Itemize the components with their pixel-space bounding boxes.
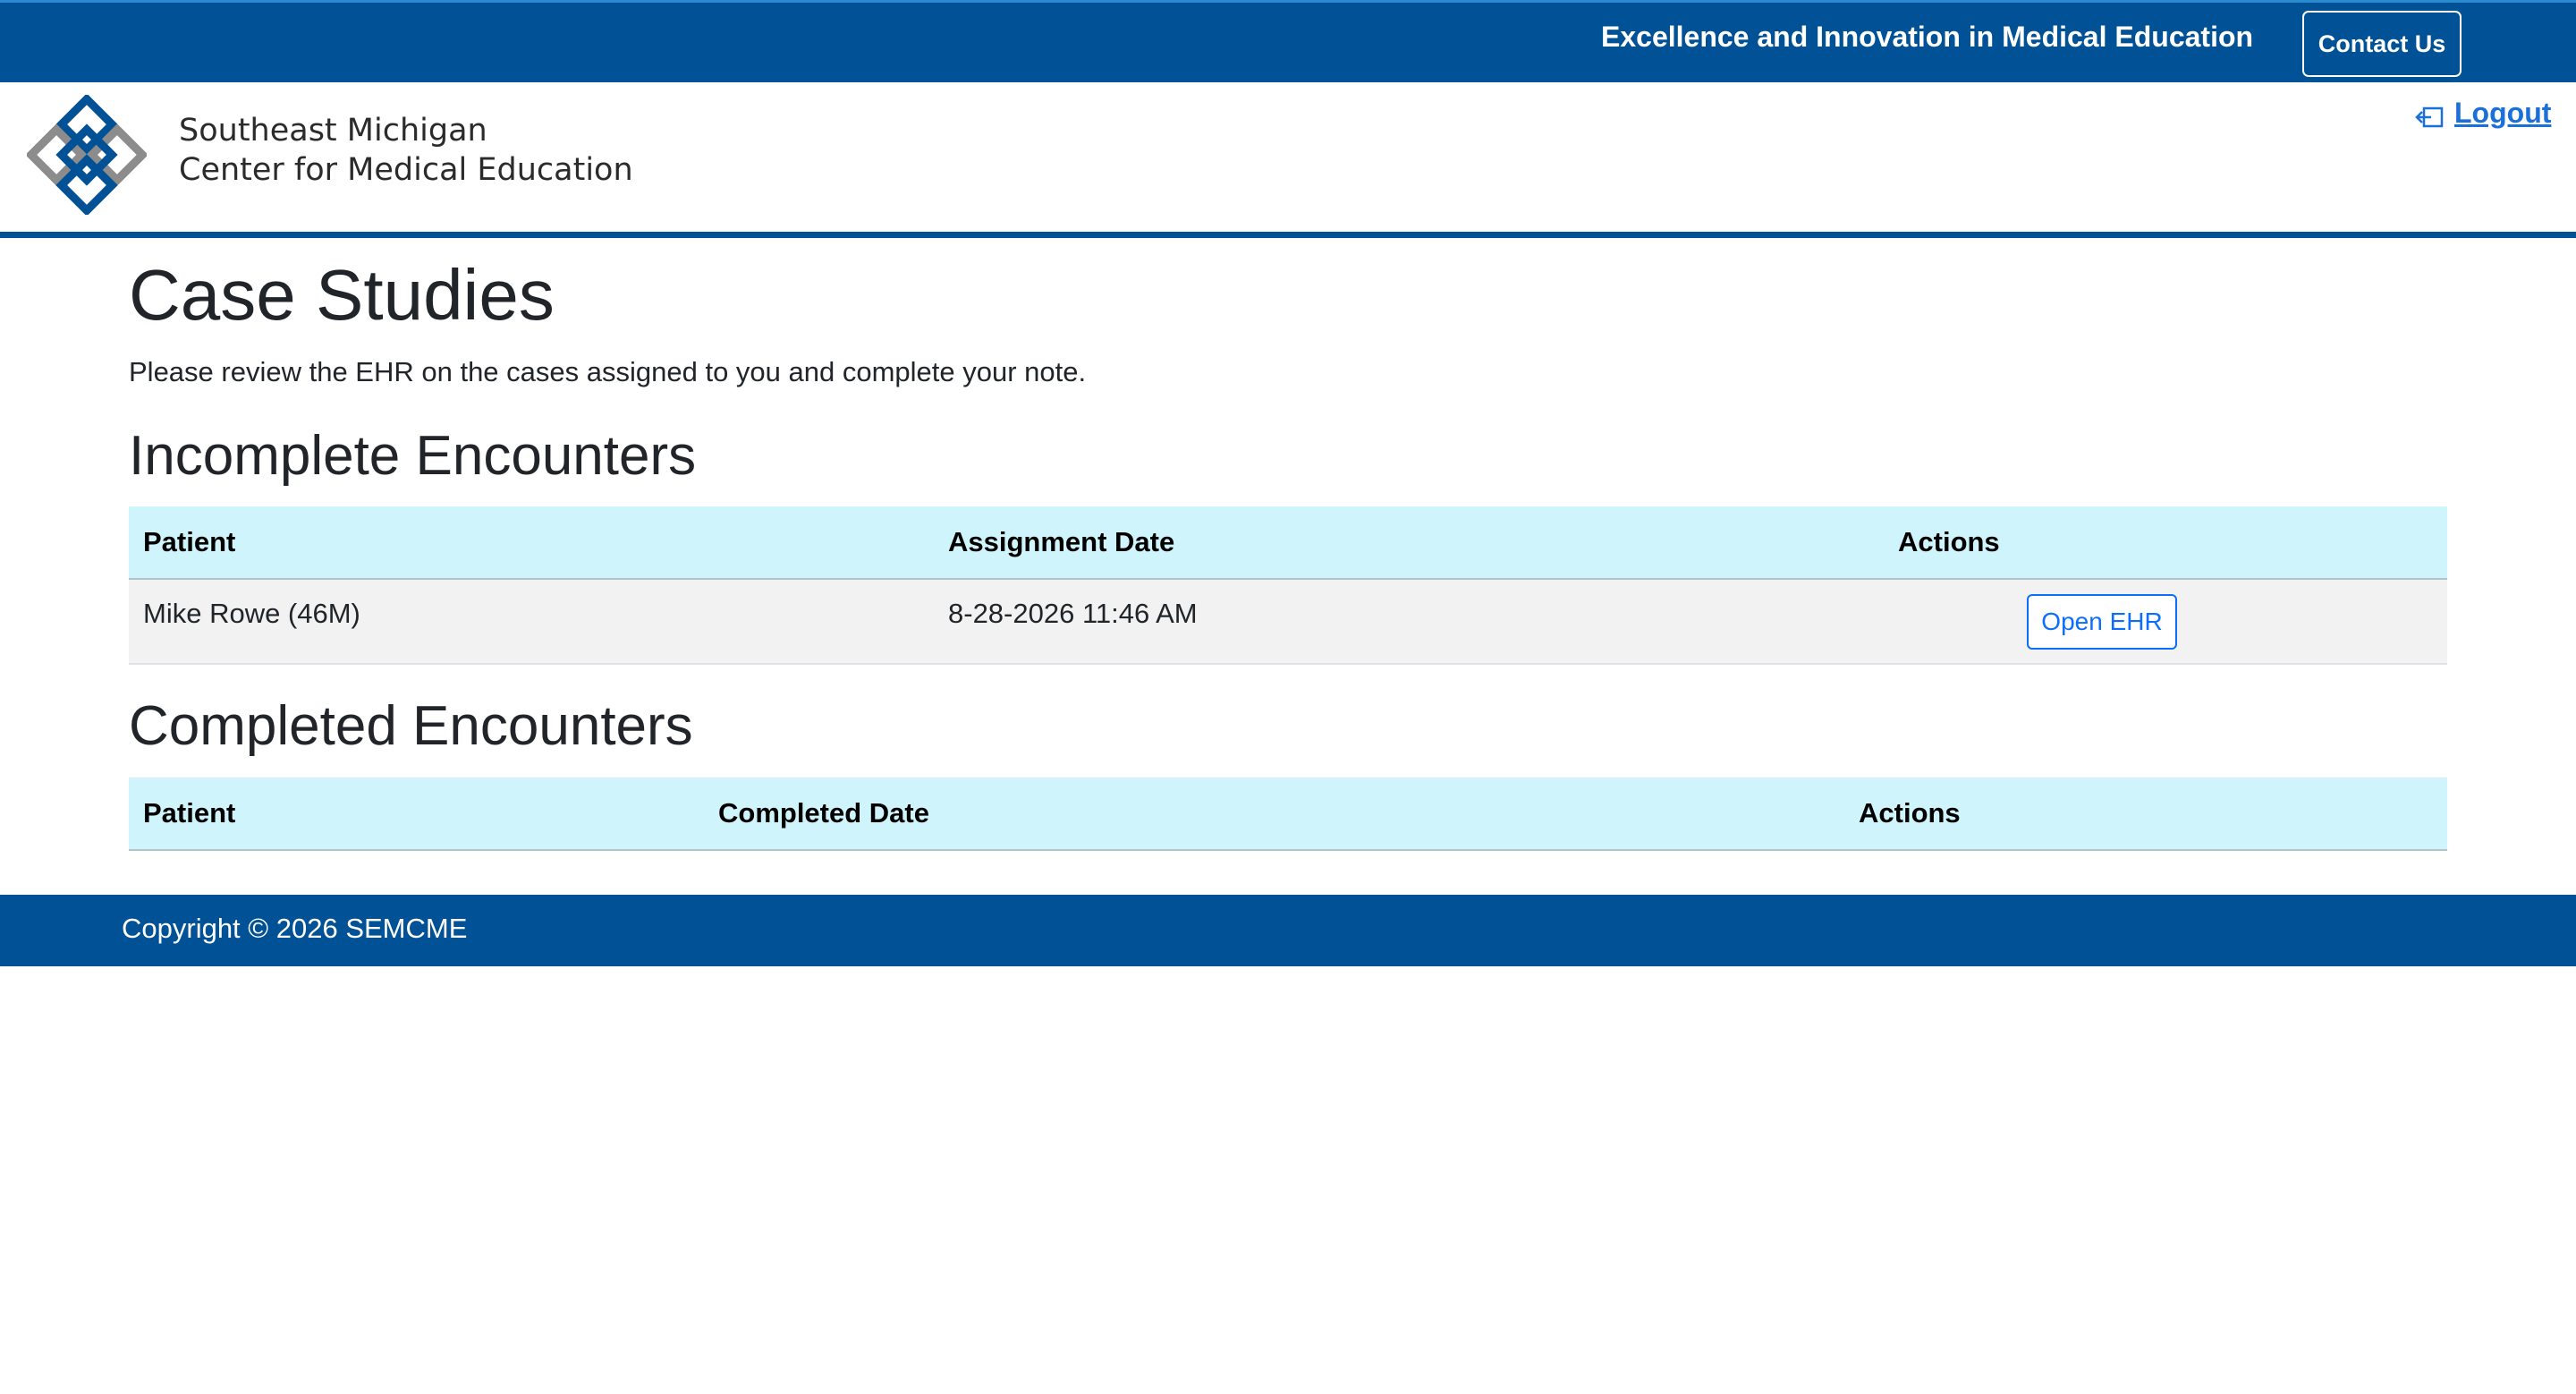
contact-us-button[interactable]: Contact Us [2302, 11, 2462, 77]
patient-name: Mike Rowe (46M) [143, 598, 360, 629]
column-header-patient: Patient [143, 797, 236, 829]
open-ehr-button[interactable]: Open EHR [2027, 594, 2177, 650]
org-name-line1: Southeast Michigan [179, 113, 487, 149]
column-header-assignment-date: Assignment Date [948, 526, 1175, 557]
table-header: Patient Assignment Date Actions [129, 506, 2447, 580]
site-footer: Copyright © 2026 SEMCME [0, 895, 2576, 966]
tagline: Excellence and Innovation in Medical Edu… [1601, 21, 2254, 53]
incomplete-encounters-table: Patient Assignment Date Actions Mike Row… [129, 506, 2447, 665]
interlocked-diamonds-logo [27, 95, 147, 215]
column-header-completed-date: Completed Date [718, 797, 929, 829]
top-bar: Excellence and Innovation in Medical Edu… [0, 0, 2576, 82]
assignment-date: 8-28-2026 11:46 AM [948, 598, 1198, 629]
org-name-line2: Center for Medical Education [179, 152, 633, 188]
table-row: Mike Rowe (46M) 8-28-2026 11:46 AM Open … [129, 580, 2447, 665]
completed-encounters-table: Patient Completed Date Actions [129, 778, 2447, 851]
column-header-actions: Actions [1859, 797, 1961, 829]
logout-arrow-icon [2415, 106, 2444, 128]
copyright-text: Copyright © 2026 SEMCME [122, 913, 468, 944]
logout-link[interactable]: Logout [2415, 95, 2551, 131]
incomplete-encounters-title: Incomplete Encounters [129, 425, 697, 487]
table-header: Patient Completed Date Actions [129, 778, 2447, 851]
column-header-actions: Actions [1898, 526, 2000, 557]
organization-name: Southeast Michigan Center for Medical Ed… [179, 111, 633, 190]
column-header-patient: Patient [143, 526, 236, 557]
site-header: Southeast Michigan Center for Medical Ed… [0, 82, 2576, 238]
intro-text: Please review the EHR on the cases assig… [129, 356, 1087, 387]
logout-label[interactable]: Logout [2454, 97, 2551, 130]
page-title: Case Studies [129, 255, 555, 335]
completed-encounters-title: Completed Encounters [129, 695, 693, 757]
